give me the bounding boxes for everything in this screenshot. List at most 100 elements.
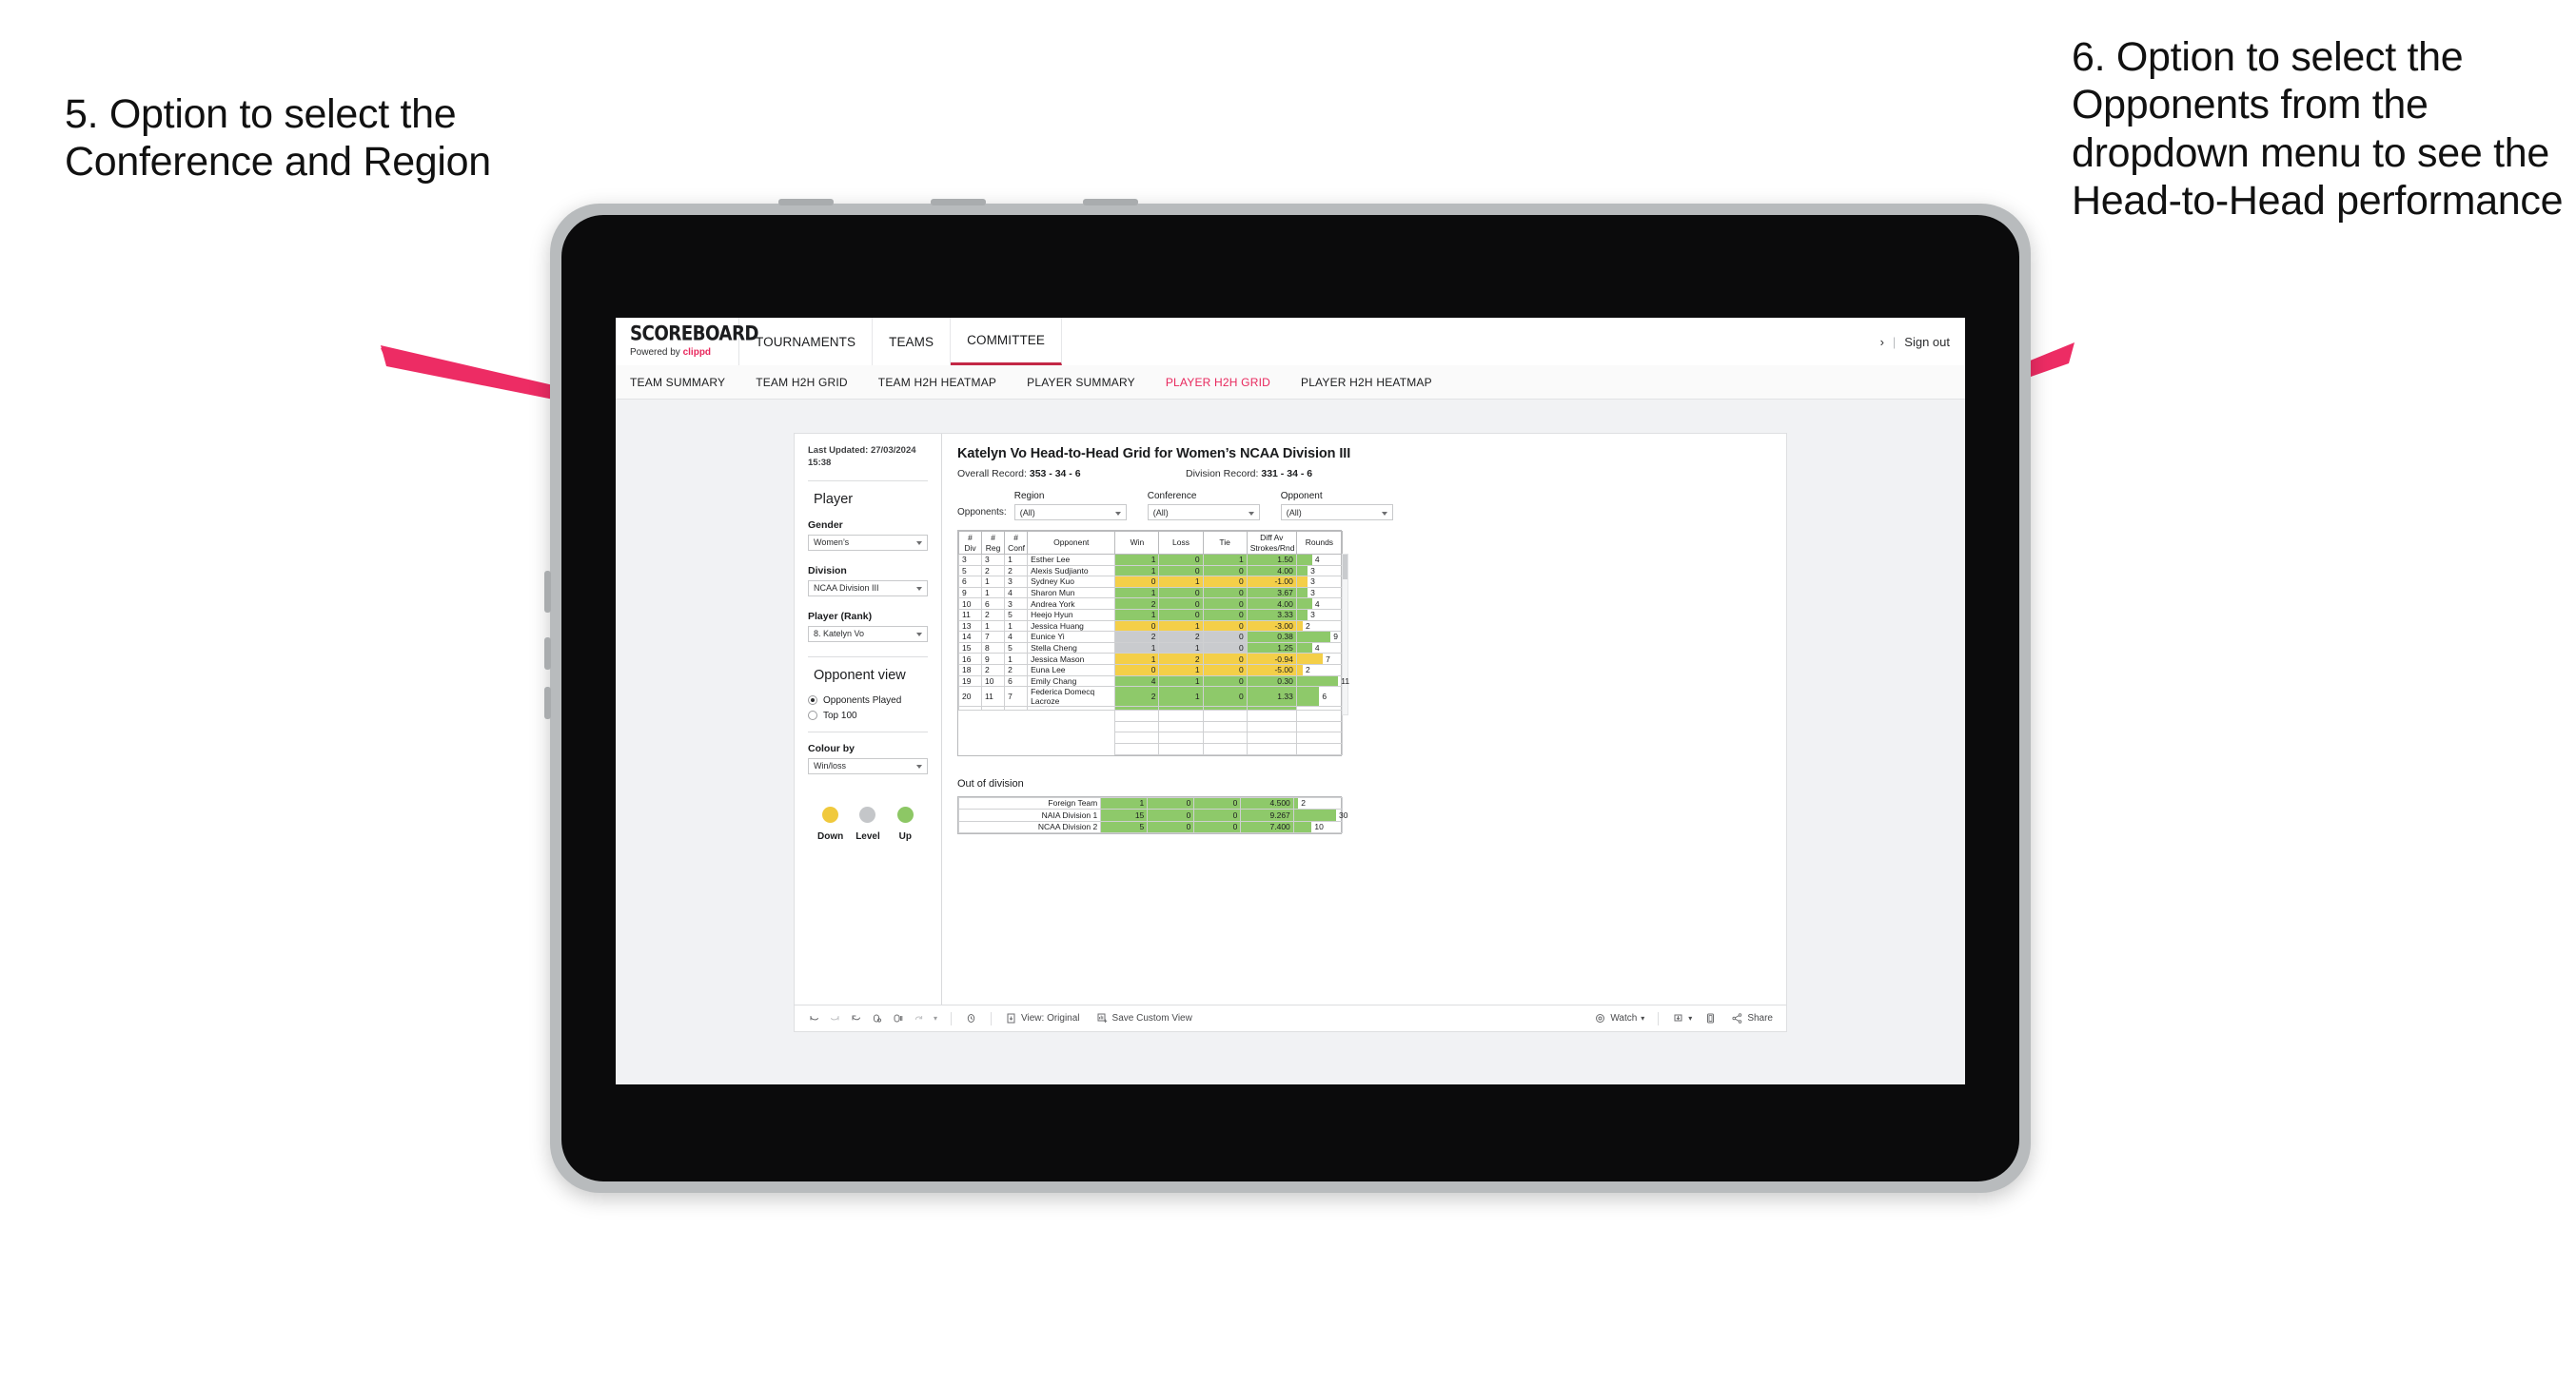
cell-rounds: 3 bbox=[1295, 608, 1344, 621]
col-opponent[interactable]: Opponent bbox=[1027, 531, 1116, 555]
toolbar-divider-3 bbox=[1658, 1011, 1660, 1025]
legend-up-label: Up bbox=[898, 830, 912, 842]
grid-scrollbar-thumb[interactable] bbox=[1343, 555, 1347, 579]
table-row[interactable]: 18 2 2 Euna Lee 0 1 0 -5.00 2 bbox=[957, 663, 1344, 676]
table-row[interactable]: 9 1 4 Sharon Mun 1 0 0 3.67 3 bbox=[957, 586, 1344, 599]
share-button[interactable]: Share bbox=[1731, 1012, 1773, 1025]
watch-button[interactable]: Watch ▾ bbox=[1594, 1012, 1644, 1025]
subnav-team-h2h-heatmap[interactable]: TEAM H2H HEATMAP bbox=[878, 376, 996, 389]
table-row[interactable]: 14 7 4 Eunice Yi 2 2 0 0.38 9 bbox=[957, 631, 1344, 643]
table-row[interactable]: 10 6 3 Andrea York 2 0 0 4.00 4 bbox=[957, 597, 1344, 610]
rounds-value: 7 bbox=[1326, 654, 1330, 664]
cell-diff-av-strokes: -5.00 bbox=[1246, 663, 1297, 676]
undo-icon[interactable] bbox=[808, 1012, 820, 1025]
cell-conf: 7 bbox=[1004, 686, 1029, 708]
col-rounds[interactable]: Rounds bbox=[1295, 531, 1344, 555]
cell-loss: 2 bbox=[1158, 653, 1204, 665]
opponent-view-heading: Opponent view bbox=[814, 667, 906, 683]
chevron-right-icon[interactable]: › bbox=[1880, 335, 1884, 349]
rounds-value: 2 bbox=[1301, 798, 1307, 809]
h2h-grid-head: #Div #Reg #Conf Opponent Win Loss Tie bbox=[957, 531, 1344, 555]
conference-filter-select[interactable]: (All) bbox=[1147, 504, 1260, 520]
subnav-team-h2h-grid[interactable]: TEAM H2H GRID bbox=[756, 376, 848, 389]
col-div[interactable]: # Div bbox=[957, 531, 983, 555]
grid-scrollbar[interactable] bbox=[1342, 554, 1348, 715]
table-row[interactable]: 15 8 5 Stella Cheng 1 1 0 1.25 4 bbox=[957, 641, 1344, 654]
pause-refresh-icon[interactable] bbox=[965, 1012, 977, 1025]
col-tie[interactable]: Tie bbox=[1202, 531, 1248, 555]
device-layout-icon[interactable] bbox=[1704, 1012, 1717, 1025]
overall-record-value: 353 - 34 - 6 bbox=[1029, 468, 1081, 479]
col-win[interactable]: Win bbox=[1114, 531, 1160, 555]
colour-by-field: Colour by Win/loss bbox=[808, 743, 928, 774]
screenshot-canvas: 5. Option to select the Conference and R… bbox=[0, 0, 2576, 1386]
radio-opponents-played[interactable]: Opponents Played bbox=[808, 695, 928, 706]
refresh-icon[interactable] bbox=[871, 1012, 883, 1025]
legend-level: Level bbox=[849, 806, 886, 842]
revert-icon[interactable] bbox=[850, 1012, 862, 1025]
cell-tie: 0 bbox=[1202, 653, 1248, 665]
table-row[interactable]: 11 2 5 Heejo Hyun 1 0 0 3.33 3 bbox=[957, 608, 1344, 621]
table-row[interactable]: 6 1 3 Sydney Kuo 0 1 0 -1.00 3 bbox=[957, 576, 1344, 588]
opponent-filter-select[interactable]: (All) bbox=[1280, 504, 1393, 520]
cell-rounds: 4 bbox=[1295, 597, 1344, 610]
cell-rounds: 3 bbox=[1295, 586, 1344, 599]
cell-div: 19 bbox=[957, 674, 983, 688]
radio-top-100[interactable]: Top 100 bbox=[808, 711, 928, 721]
cell-conf: 6 bbox=[1004, 674, 1029, 688]
region-filter-select[interactable]: (All) bbox=[1013, 504, 1127, 520]
subnav-player-summary[interactable]: PLAYER SUMMARY bbox=[1027, 376, 1135, 389]
out-of-division-row[interactable]: NCAA Division 2 5 0 0 7.400 10 bbox=[957, 820, 1344, 833]
table-row[interactable]: 5 2 2 Alexis Sudjianto 1 0 0 4.00 3 bbox=[957, 564, 1344, 577]
cell-rounds: 3 bbox=[1295, 564, 1344, 577]
conference-filter: Conference (All) bbox=[1147, 491, 1260, 520]
table-row[interactable]: 16 9 1 Jessica Mason 1 2 0 -0.94 7 bbox=[957, 653, 1344, 665]
subnav-player-h2h-grid[interactable]: PLAYER H2H GRID bbox=[1166, 376, 1270, 389]
sign-out-link[interactable]: Sign out bbox=[1904, 335, 1950, 349]
table-row[interactable]: 3 3 1 Esther Lee 1 0 1 1.50 4 bbox=[957, 554, 1344, 566]
table-row[interactable]: 13 1 1 Jessica Huang 0 1 0 -3.00 2 bbox=[957, 619, 1344, 633]
col-conf[interactable]: # Conf bbox=[1004, 531, 1029, 555]
download-button[interactable]: ▾ bbox=[1672, 1012, 1692, 1025]
division-select[interactable]: NCAA Division III bbox=[808, 579, 928, 596]
rounds-bar bbox=[1293, 821, 1312, 832]
cell-conf: 1 bbox=[1004, 619, 1029, 633]
col-diff-av-strokes[interactable]: Diff Av Strokes/Rnd bbox=[1246, 531, 1297, 555]
rounds-bar bbox=[1296, 687, 1320, 707]
nav-teams[interactable]: TEAMS bbox=[873, 318, 952, 365]
tablet-side-button-1 bbox=[544, 571, 551, 613]
scoreboard-logo[interactable]: SCOREBOARD Powered by clippd bbox=[616, 318, 759, 365]
tablet-top-button-2 bbox=[931, 199, 986, 205]
pause-icon[interactable] bbox=[913, 1012, 925, 1025]
rounds-value: 6 bbox=[1322, 692, 1327, 702]
cell-opponent: Alexis Sudjianto bbox=[1027, 564, 1116, 577]
tableau-workbook: Last Updated: 27/03/2024 15:38 Player Ge… bbox=[794, 433, 1787, 1032]
tablet-bezel: SCOREBOARD Powered by clippd TOURNAMENTS… bbox=[561, 215, 2019, 1181]
cell-win: 15 bbox=[1100, 809, 1149, 822]
cell-reg: 8 bbox=[981, 641, 1006, 654]
redo-icon[interactable] bbox=[829, 1012, 841, 1025]
cell-diff-av-strokes: 4.500 bbox=[1240, 796, 1294, 810]
out-of-division-row[interactable]: NAIA Division 1 15 0 0 9.267 30 bbox=[957, 809, 1347, 822]
pause-auto-updates-icon[interactable] bbox=[892, 1012, 904, 1025]
out-of-division-body: Foreign Team 1 0 0 4.500 2 NAIA Division 1 15 0 0… bbox=[957, 796, 1347, 833]
colour-by-select[interactable]: Win/loss bbox=[808, 757, 928, 774]
subnav-team-summary[interactable]: TEAM SUMMARY bbox=[630, 376, 725, 389]
nav-tournaments[interactable]: TOURNAMENTS bbox=[739, 318, 874, 365]
table-row[interactable]: 19 10 6 Emily Chang 4 1 0 0.30 11 bbox=[957, 674, 1349, 688]
cell-conf: 1 bbox=[1004, 554, 1029, 566]
out-of-division-row[interactable]: Foreign Team 1 0 0 4.500 2 bbox=[957, 796, 1344, 810]
view-original-button[interactable]: View: Original bbox=[1005, 1012, 1080, 1025]
gender-select[interactable]: Women’s bbox=[808, 534, 928, 551]
nav-committee[interactable]: COMMITTEE bbox=[951, 318, 1063, 365]
toolbar-caret-1[interactable]: ▾ bbox=[934, 1014, 937, 1023]
subnav-player-h2h-heatmap[interactable]: PLAYER H2H HEATMAP bbox=[1301, 376, 1432, 389]
save-custom-view-button[interactable]: Save Custom View bbox=[1096, 1012, 1192, 1025]
table-blank-row bbox=[958, 742, 1344, 755]
player-rank-select[interactable]: 8. Katelyn Vo bbox=[808, 625, 928, 642]
share-icon bbox=[1731, 1012, 1743, 1025]
table-row[interactable]: 20 11 7 Federica Domecq Lacroze 2 1 0 1.33 6 bbox=[957, 686, 1344, 708]
col-reg[interactable]: # Reg bbox=[981, 531, 1006, 555]
col-loss[interactable]: Loss bbox=[1158, 531, 1204, 555]
cell-diff-av-strokes: 1.50 bbox=[1246, 554, 1297, 566]
